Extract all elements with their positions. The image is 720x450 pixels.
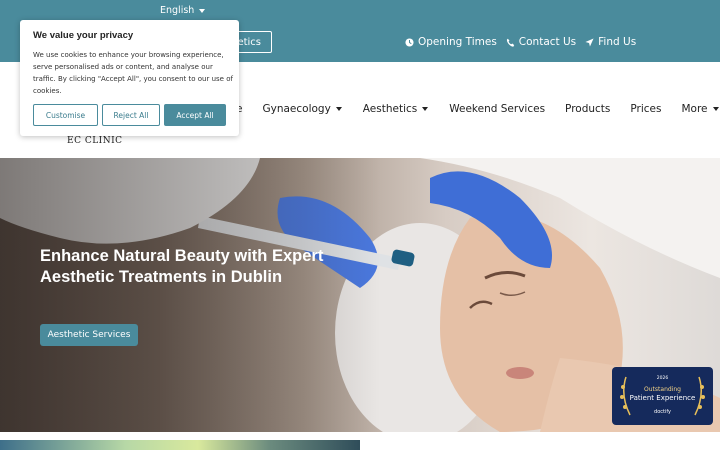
nav-item-weekend-services[interactable]: Weekend Services bbox=[449, 103, 545, 115]
customise-button[interactable]: Customise bbox=[33, 104, 98, 126]
nav-item-products[interactable]: Products bbox=[565, 103, 610, 115]
reject-all-button[interactable]: Reject All bbox=[102, 104, 160, 126]
accept-all-button[interactable]: Accept All bbox=[164, 104, 226, 126]
opening-times-label: Opening Times bbox=[418, 36, 497, 48]
caret-down-icon bbox=[335, 107, 342, 111]
nav-item-aesthetics[interactable]: Aesthetics bbox=[362, 103, 429, 115]
opening-times-link[interactable]: Opening Times bbox=[405, 36, 497, 48]
nav-item-label: Gynaecology bbox=[262, 103, 331, 115]
nav-item-more[interactable]: More bbox=[681, 103, 719, 115]
nav-item-label: Weekend Services bbox=[449, 103, 546, 115]
caret-down-icon bbox=[712, 107, 719, 111]
hero-overlay bbox=[0, 158, 380, 432]
phone-icon bbox=[506, 38, 514, 47]
badge-year: 2026 bbox=[656, 376, 669, 381]
caret-down-icon bbox=[422, 107, 429, 111]
location-arrow-icon bbox=[585, 37, 594, 47]
nav-item-label: More bbox=[681, 103, 708, 115]
cookie-title: We value your privacy bbox=[33, 30, 134, 41]
top-links: Opening Times Contact Us Find Us bbox=[405, 36, 636, 48]
clock-icon bbox=[405, 37, 414, 47]
aesthetics-top-button-label: etics bbox=[237, 36, 261, 48]
contact-us-link[interactable]: Contact Us bbox=[506, 36, 576, 48]
nav-item-prices[interactable]: Prices bbox=[630, 103, 661, 115]
nav-item-label: Products bbox=[565, 103, 611, 115]
nav-item-label: Prices bbox=[630, 103, 662, 115]
doctify-award-badge[interactable]: 2026 Outstanding Patient Experience doct… bbox=[612, 367, 713, 425]
cookie-body: We use cookies to enhance your browsing … bbox=[33, 51, 233, 95]
hero-title: Enhance Natural Beauty with Expert Aesth… bbox=[40, 247, 324, 286]
badge-brand: doctify bbox=[654, 409, 671, 415]
badge-line1: Outstanding bbox=[644, 386, 681, 393]
aesthetic-services-button[interactable]: Aesthetic Services bbox=[40, 324, 138, 346]
find-us-link[interactable]: Find Us bbox=[585, 36, 636, 48]
find-us-label: Find Us bbox=[598, 36, 637, 48]
site-logo[interactable]: EC CLINIC bbox=[67, 136, 123, 146]
cookie-consent-dialog: We value your privacy We use cookies to … bbox=[20, 20, 239, 136]
next-section-image bbox=[0, 440, 360, 450]
contact-us-label: Contact Us bbox=[518, 36, 577, 48]
nav-item-label: Aesthetics bbox=[362, 103, 418, 115]
nav-item-gynaecology[interactable]: Gynaecology bbox=[262, 103, 342, 115]
chevron-down-icon bbox=[199, 8, 206, 13]
language-label: English bbox=[160, 5, 195, 16]
badge-line2: Patient Experience bbox=[629, 394, 696, 402]
language-selector[interactable]: English bbox=[160, 5, 206, 16]
main-nav: e Gynaecology Aesthetics Weekend Service… bbox=[236, 103, 719, 115]
